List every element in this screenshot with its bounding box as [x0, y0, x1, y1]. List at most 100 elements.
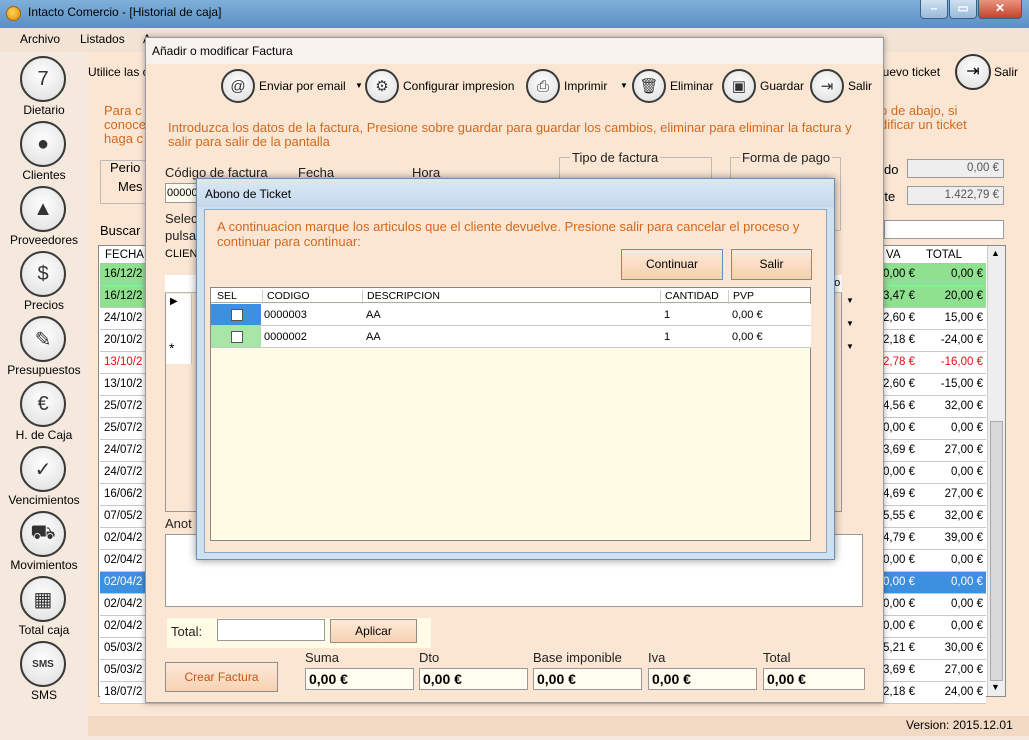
col-pvp[interactable]: PVP: [728, 290, 754, 304]
col-fecha[interactable]: FECHA: [105, 249, 144, 261]
cell-iva: 3,47 €: [883, 290, 915, 302]
config-print-label: Configurar impresion: [403, 79, 515, 93]
sidebar-item-0[interactable]: 7 Dietario: [0, 56, 88, 121]
suma-value: 0,00 €: [305, 668, 414, 690]
cell-iva: 4,79 €: [883, 532, 915, 544]
calendar-icon: 7: [20, 56, 66, 102]
total2-value: 0,00 €: [763, 668, 865, 690]
total-input[interactable]: [217, 619, 325, 641]
cart-icon: ⛟: [20, 511, 66, 557]
window-titlebar: Intacto Comercio - [Historial de caja] –…: [0, 0, 1029, 28]
periodo-label: Perio: [110, 160, 141, 175]
iva-value: 0,00 €: [648, 668, 757, 690]
factura-dialog-titlebar: Añadir o modificar Factura: [146, 38, 883, 64]
factura-instructions: Introduzca los datos de la factura, Pres…: [168, 120, 852, 149]
new-ticket-label[interactable]: nuevo ticket: [876, 65, 940, 79]
cell-date: 02/04/2: [104, 576, 143, 588]
sidebar-item-4[interactable]: ✎ Presupuestos: [0, 316, 88, 381]
menu-listados[interactable]: Listados: [80, 32, 125, 46]
iva-label: Iva: [648, 650, 666, 665]
col-descripcion[interactable]: DESCRIPCION: [362, 290, 440, 304]
sidebar-item-9[interactable]: SMS SMS: [0, 641, 88, 706]
scroll-down-icon[interactable]: ▼: [991, 682, 1000, 692]
total-label: Total:: [171, 624, 203, 639]
factura-dialog-title: Añadir o modificar Factura: [152, 44, 293, 58]
cell-date: 16/12/2: [104, 290, 143, 302]
sidebar-item-3[interactable]: $ Precios: [0, 251, 88, 316]
cell-date: 02/04/2: [104, 532, 143, 544]
sidebar-item-7[interactable]: ⛟ Movimientos: [0, 511, 88, 576]
cell-date: 25/07/2: [104, 422, 143, 434]
aplicar-button[interactable]: Aplicar: [330, 619, 417, 643]
cell-cantidad: 1: [664, 309, 671, 321]
cell-date: 24/07/2: [104, 466, 143, 478]
selec-label: Selec: [165, 211, 198, 226]
cell-total: 27,00 €: [944, 444, 983, 456]
col-total[interactable]: TOTAL: [926, 249, 962, 261]
col-cantidad[interactable]: CANTIDAD: [660, 290, 719, 304]
saldo-label: do: [884, 162, 899, 177]
buscar-label: Buscar: [100, 223, 141, 238]
cell-date: 05/03/2: [104, 642, 143, 654]
cell-iva: 0,00 €: [883, 598, 915, 610]
mes-label: Mes: [118, 179, 143, 194]
exit-icon[interactable]: ⇥: [955, 54, 991, 90]
cell-iva: 3,69 €: [883, 444, 915, 456]
cell-date: 05/03/2: [104, 664, 143, 676]
info-text-right: o de abajo, si dificar un ticket: [880, 103, 967, 132]
salir-abono-button[interactable]: Salir: [731, 249, 812, 280]
sidebar-item-6[interactable]: ✓ Vencimientos: [0, 446, 88, 511]
row-dropdown-icon[interactable]: ▼: [846, 296, 854, 305]
cell-date: 25/07/2: [104, 400, 143, 412]
print-dropdown-icon[interactable]: ▼: [620, 81, 628, 90]
sidebar-item-1[interactable]: ● Clientes: [0, 121, 88, 186]
return-checkbox[interactable]: [231, 309, 243, 321]
col-codigo[interactable]: CODIGO: [262, 290, 310, 304]
help-text-partial: Utilice las c: [88, 65, 149, 79]
email-icon: @: [221, 69, 255, 103]
abono-row[interactable]: 0000002 AA 1 0,00 €: [211, 326, 811, 348]
cell-total: 0,00 €: [951, 268, 983, 280]
sidebar-item-label: SMS: [30, 688, 57, 702]
sidebar-item-label: Clientes: [22, 168, 66, 182]
menu-archivo[interactable]: Archivo: [20, 32, 60, 46]
calculator-icon: ▦: [20, 576, 66, 622]
col-iva[interactable]: VA: [886, 249, 901, 261]
close-button[interactable]: ✕: [978, 0, 1022, 19]
cell-total: 39,00 €: [944, 532, 983, 544]
sidebar-item-5[interactable]: € H. de Caja: [0, 381, 88, 446]
row-dropdown-icon[interactable]: ▼: [846, 342, 854, 351]
maximize-button[interactable]: ▭: [949, 0, 977, 19]
scroll-thumb[interactable]: [990, 421, 1003, 681]
cell-date: 24/07/2: [104, 444, 143, 456]
saldo-field: 0,00 €: [907, 159, 1004, 178]
cell-iva: 2,60 €: [883, 378, 915, 390]
scroll-up-icon[interactable]: ▲: [991, 248, 1000, 258]
cliente-label: CLIEN: [165, 248, 198, 260]
cell-total: 0,00 €: [951, 576, 983, 588]
abono-row[interactable]: 0000003 AA 1 0,00 €: [211, 304, 811, 326]
exit-label[interactable]: Salir: [994, 65, 1018, 79]
abono-dialog: Abono de Ticket A continuacion marque lo…: [196, 178, 835, 560]
crear-factura-button[interactable]: Crear Factura: [165, 662, 278, 692]
sidebar-item-label: Presupuestos: [7, 363, 81, 377]
exit-door-icon: ⇥: [810, 69, 844, 103]
grid-scrollbar[interactable]: ▲ ▼: [987, 246, 1005, 696]
search-input[interactable]: [884, 220, 1004, 239]
sidebar-item-8[interactable]: ▦ Total caja: [0, 576, 88, 641]
email-label: Enviar por email: [259, 79, 346, 93]
col-sel[interactable]: SEL: [217, 290, 237, 302]
return-checkbox[interactable]: [231, 331, 243, 343]
cell-date: 16/12/2: [104, 268, 143, 280]
anotaciones-label: Anot: [165, 516, 192, 531]
sidebar-item-2[interactable]: ▲ Proveedores: [0, 186, 88, 251]
email-dropdown-icon[interactable]: ▼: [355, 81, 363, 90]
cell-total: 32,00 €: [944, 400, 983, 412]
minimize-button[interactable]: –: [920, 0, 948, 19]
continuar-button[interactable]: Continuar: [621, 249, 723, 280]
base-value: 0,00 €: [533, 668, 642, 690]
row-dropdown-icon[interactable]: ▼: [846, 319, 854, 328]
cell-total: 32,00 €: [944, 510, 983, 522]
cell-iva: 2,60 €: [883, 312, 915, 324]
cell-iva: 0,00 €: [883, 268, 915, 280]
